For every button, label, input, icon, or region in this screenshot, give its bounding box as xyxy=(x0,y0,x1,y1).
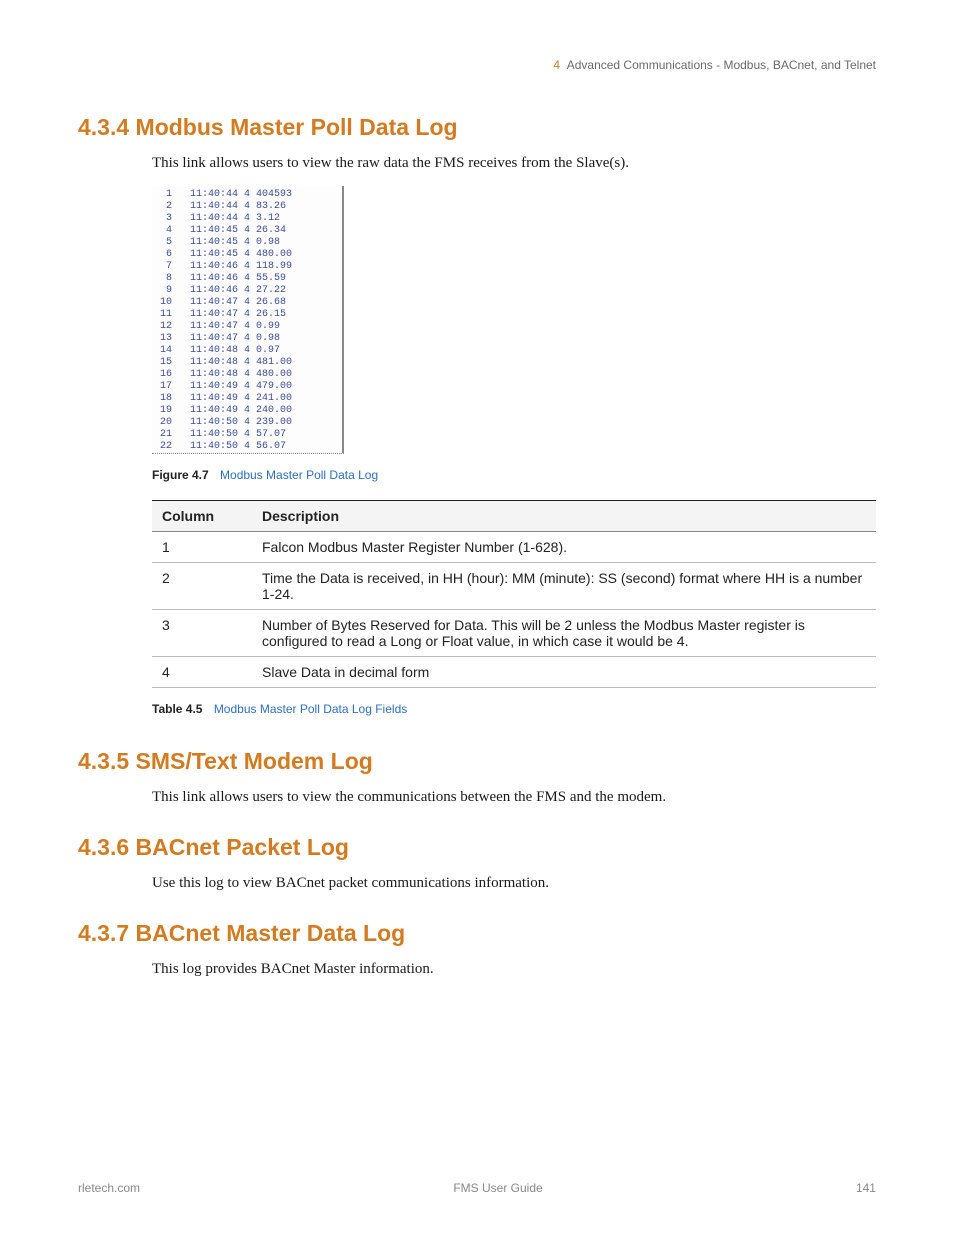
page-header: 4 Advanced Communications - Modbus, BACn… xyxy=(78,58,876,72)
page-footer: rletech.com FMS User Guide 141 xyxy=(78,1151,876,1195)
table-row: 4Slave Data in decimal form xyxy=(152,657,876,688)
intro-436: Use this log to view BACnet packet commu… xyxy=(152,875,876,892)
heading-436: 4.3.6 BACnet Packet Log xyxy=(78,834,876,861)
figure-poll-log: 1 11:40:44 4 404593 2 11:40:44 4 83.26 3… xyxy=(152,186,344,454)
th-column: Column xyxy=(152,501,252,532)
table-row: 2Time the Data is received, in HH (hour)… xyxy=(152,563,876,610)
cell-column: 2 xyxy=(152,563,252,610)
th-description: Description xyxy=(252,501,876,532)
footer-right: 141 xyxy=(856,1181,876,1195)
cell-description: Time the Data is received, in HH (hour):… xyxy=(252,563,876,610)
cell-description: Slave Data in decimal form xyxy=(252,657,876,688)
intro-434: This link allows users to view the raw d… xyxy=(152,155,876,172)
figure-label: Figure 4.7 xyxy=(152,468,209,482)
table-row: 1Falcon Modbus Master Register Number (1… xyxy=(152,532,876,563)
heading-437: 4.3.7 BACnet Master Data Log xyxy=(78,920,876,947)
cell-description: Number of Bytes Reserved for Data. This … xyxy=(252,610,876,657)
figure-caption: Figure 4.7 Modbus Master Poll Data Log xyxy=(152,468,876,482)
cell-description: Falcon Modbus Master Register Number (1-… xyxy=(252,532,876,563)
footer-left: rletech.com xyxy=(78,1181,140,1195)
chapter-number: 4 xyxy=(553,58,560,72)
cell-column: 1 xyxy=(152,532,252,563)
heading-435: 4.3.5 SMS/Text Modem Log xyxy=(78,748,876,775)
cell-column: 3 xyxy=(152,610,252,657)
cell-column: 4 xyxy=(152,657,252,688)
table-title: Modbus Master Poll Data Log Fields xyxy=(214,702,407,716)
chapter-title: Advanced Communications - Modbus, BACnet… xyxy=(567,58,876,72)
figure-title: Modbus Master Poll Data Log xyxy=(220,468,378,482)
footer-center: FMS User Guide xyxy=(453,1181,542,1195)
intro-435: This link allows users to view the commu… xyxy=(152,789,876,806)
table-row: 3Number of Bytes Reserved for Data. This… xyxy=(152,610,876,657)
heading-434: 4.3.4 Modbus Master Poll Data Log xyxy=(78,114,876,141)
table-caption: Table 4.5 Modbus Master Poll Data Log Fi… xyxy=(152,702,876,716)
intro-437: This log provides BACnet Master informat… xyxy=(152,961,876,978)
table-label: Table 4.5 xyxy=(152,702,202,716)
fields-table: Column Description 1Falcon Modbus Master… xyxy=(152,500,876,688)
